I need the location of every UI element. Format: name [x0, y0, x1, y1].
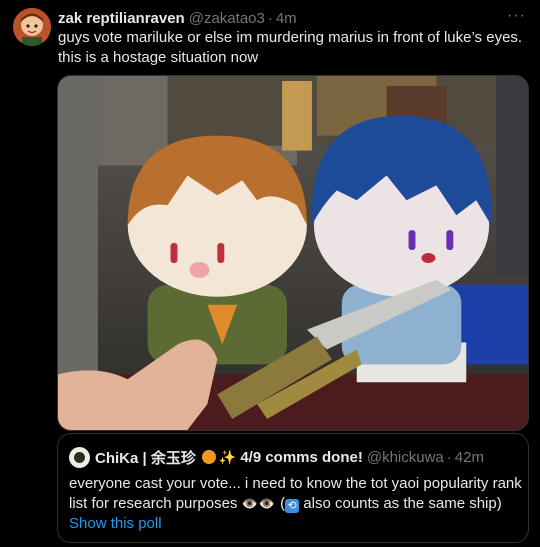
more-icon[interactable]: ···	[507, 8, 526, 24]
eyes-emoji: 👁️👁️	[241, 496, 276, 511]
post-photo[interactable]	[57, 75, 529, 431]
avatar-image	[13, 8, 51, 46]
quoted-post-timestamp[interactable]: 42m	[455, 449, 484, 466]
show-poll-link[interactable]: Show this poll	[69, 515, 162, 532]
quoted-text-part3: also counts as the same ship)	[299, 495, 502, 512]
quoted-post-text: everyone cast your vote... i need to kno…	[69, 474, 524, 514]
quoted-author-handle[interactable]: @khickuwa	[367, 449, 444, 466]
orange-circle-emoji	[201, 450, 216, 464]
quoted-post[interactable]: ChiKa | 余玉珍 ✨ 4/9 comms done! @khickuwa …	[57, 433, 529, 543]
author-name[interactable]: zak reptilianraven	[58, 10, 185, 27]
quoted-text-part2: (	[275, 495, 286, 512]
sparkles-emoji: ✨	[218, 448, 237, 465]
quoted-author-avatar[interactable]	[69, 446, 90, 468]
author-handle[interactable]: @zakatao3	[189, 10, 265, 27]
separator-dot: ·	[267, 9, 273, 27]
quoted-author-status: 4/9 comms done!	[240, 448, 363, 466]
repost-emoji: ⟲	[285, 499, 300, 513]
separator-dot: ·	[446, 448, 452, 466]
quoted-author-name[interactable]: ChiKa | 余玉珍	[95, 447, 196, 468]
quoted-post-header: ChiKa | 余玉珍 ✨ 4/9 comms done! @khickuwa …	[69, 446, 518, 468]
author-avatar[interactable]	[13, 8, 51, 46]
post-timestamp[interactable]: 4m	[276, 10, 297, 27]
plush-photo-image	[58, 76, 528, 430]
post-header: zak reptilianraven @zakatao3 · 4m ···	[58, 8, 526, 28]
post-text: guys vote mariluke or else im murdering …	[58, 29, 523, 66]
